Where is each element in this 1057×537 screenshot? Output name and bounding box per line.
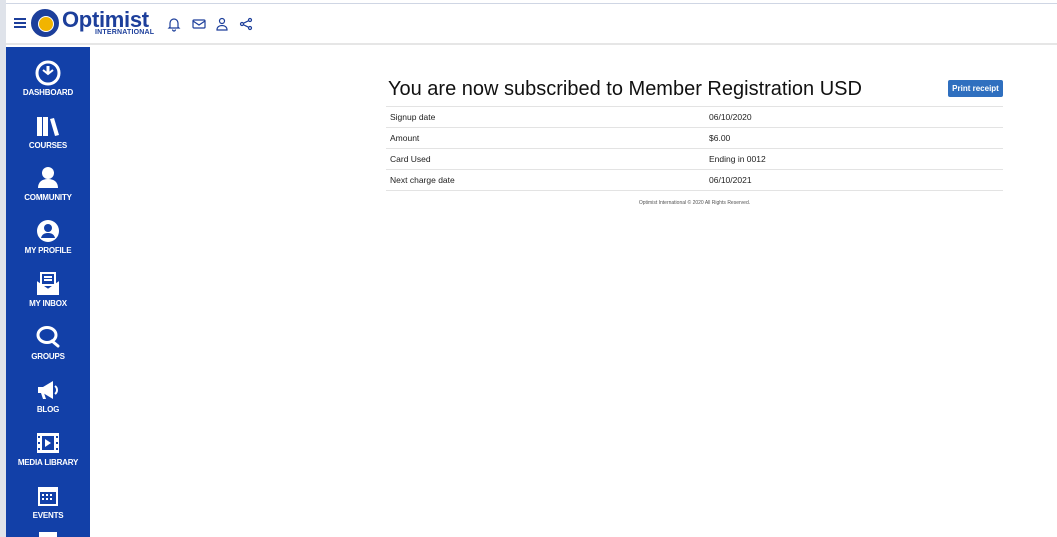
sidebar-item-my-inbox[interactable]: MY INBOX [6, 271, 90, 323]
chat-icon [35, 324, 61, 350]
sidebar-item-courses[interactable]: COURSES [6, 113, 90, 165]
bell-icon[interactable] [166, 16, 182, 32]
sidebar: DASHBOARD COURSES COMMUNITY MY PROFILE M… [6, 47, 90, 537]
sidebar-item-blog[interactable]: BLOG [6, 377, 90, 429]
sidebar-item-label: DASHBOARD [22, 88, 74, 97]
calendar-icon [35, 483, 61, 509]
logo-emblem [31, 9, 59, 37]
sidebar-item-my-profile[interactable]: MY PROFILE [6, 218, 90, 270]
sidebar-item-community[interactable]: COMMUNITY [6, 165, 90, 217]
top-bar: Optimist INTERNATIONAL [6, 4, 1057, 45]
sidebar-item-label: BLOG [36, 405, 60, 414]
sidebar-item-label: GROUPS [31, 352, 65, 361]
inbox-icon [35, 271, 61, 297]
sidebar-next-icon-partial [39, 532, 57, 537]
sidebar-item-dashboard[interactable]: DASHBOARD [6, 60, 90, 112]
profile-icon [35, 218, 61, 244]
sidebar-item-label: EVENTS [32, 511, 64, 520]
sidebar-item-label: COURSES [28, 141, 68, 150]
row-label: Card Used [386, 148, 705, 170]
row-label: Amount [386, 127, 705, 149]
sidebar-item-groups[interactable]: GROUPS [6, 324, 90, 376]
film-icon [35, 430, 61, 456]
books-icon [35, 113, 61, 139]
menu-icon[interactable] [14, 18, 26, 30]
print-receipt-button[interactable]: Print receipt [948, 80, 1003, 97]
optimist-logo[interactable]: Optimist INTERNATIONAL [29, 7, 169, 40]
row-value: 06/10/2020 [705, 106, 1003, 128]
table-row: Card Used Ending in 0012 [386, 148, 1003, 170]
mail-icon[interactable] [191, 16, 207, 32]
community-icon [35, 165, 61, 191]
row-value: Ending in 0012 [705, 148, 1003, 170]
sidebar-item-label: MY PROFILE [24, 246, 72, 255]
dashboard-icon [35, 60, 61, 86]
table-row: Signup date 06/10/2020 [386, 106, 1003, 128]
sidebar-item-label: COMMUNITY [24, 193, 72, 202]
logo-subtitle: INTERNATIONAL [95, 29, 155, 36]
copyright-footer: Optimist International © 2020 All Rights… [638, 200, 751, 206]
row-label: Signup date [386, 106, 705, 128]
table-row: Next charge date 06/10/2021 [386, 169, 1003, 191]
sidebar-item-media-library[interactable]: MEDIA LIBRARY [6, 430, 90, 482]
row-value: 06/10/2021 [705, 169, 1003, 191]
receipt-table: Signup date 06/10/2020 Amount $6.00 Card… [386, 106, 1003, 191]
megaphone-icon [35, 377, 61, 403]
row-label: Next charge date [386, 169, 705, 191]
sidebar-item-label: MY INBOX [29, 299, 67, 308]
sidebar-item-label: MEDIA LIBRARY [17, 458, 79, 467]
share-icon[interactable] [238, 16, 254, 32]
page-title: You are now subscribed to Member Registr… [388, 78, 862, 100]
sidebar-item-events[interactable]: EVENTS [6, 483, 90, 535]
table-row: Amount $6.00 [386, 127, 1003, 149]
row-value: $6.00 [705, 127, 1003, 149]
user-icon[interactable] [214, 16, 230, 32]
